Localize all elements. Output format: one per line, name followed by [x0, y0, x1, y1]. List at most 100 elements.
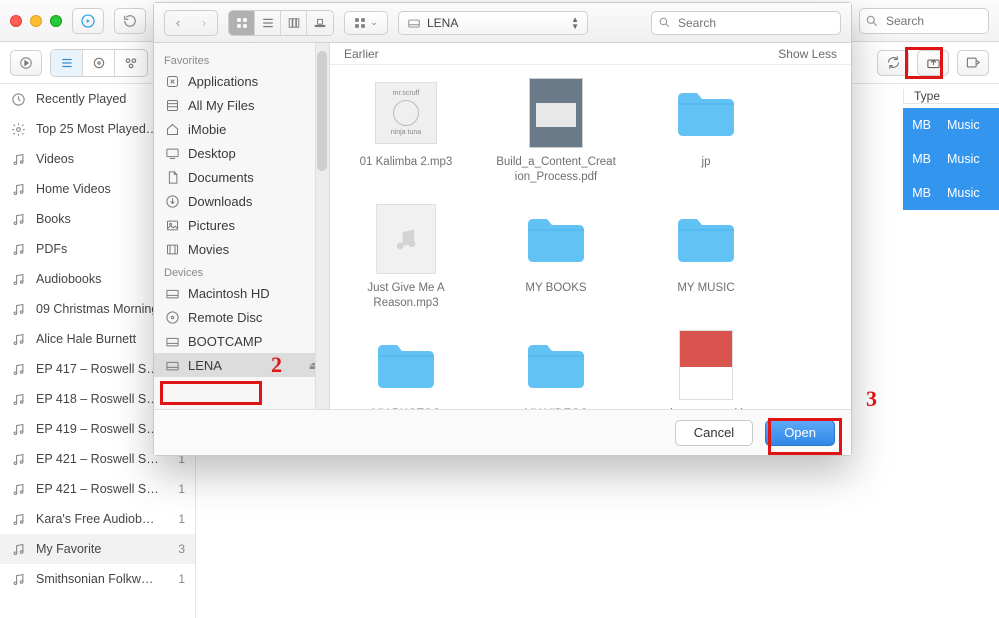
- column-type[interactable]: Type: [903, 89, 999, 104]
- note-icon: [10, 511, 26, 527]
- desktop-icon: [164, 145, 180, 161]
- table-row[interactable]: MBMusic: [903, 142, 999, 176]
- dialog-toolbar: ‹ › ⌄ LENA ▲▼: [154, 3, 851, 43]
- file-item[interactable]: MY MUSIC: [646, 203, 766, 311]
- coverflow-view-icon[interactable]: [307, 11, 333, 35]
- sidebar-item[interactable]: BOOTCAMP: [154, 329, 329, 353]
- playlist-label: EP 421 – Roswell S…: [36, 452, 168, 466]
- playlist-item[interactable]: EP 421 – Roswell S…1: [0, 474, 195, 504]
- sidebar-item-label: Desktop: [188, 146, 236, 161]
- sidebar-item-label: All My Files: [188, 98, 254, 113]
- file-item[interactable]: Build_a_Content_Creation_Process.pdf: [496, 77, 616, 185]
- playlist-item[interactable]: Kara's Free Audiob…1: [0, 504, 195, 534]
- sidebar-item-label: Downloads: [188, 194, 252, 209]
- sidebar-item[interactable]: All My Files: [154, 93, 329, 117]
- cell-size: MB: [903, 118, 937, 132]
- icon-view-icon[interactable]: [229, 11, 255, 35]
- view-segment: [50, 49, 148, 77]
- gear-icon: [10, 121, 26, 137]
- annotation-number-2: 2: [271, 352, 282, 378]
- sidebar-item[interactable]: Macintosh HD: [154, 281, 329, 305]
- table-row[interactable]: MBMusic: [903, 108, 999, 142]
- sidebar-item[interactable]: Movies: [154, 237, 329, 261]
- file-item[interactable]: MY BOOKS: [496, 203, 616, 311]
- hdd-icon: [164, 357, 180, 373]
- list-view-icon[interactable]: [51, 50, 83, 76]
- forward-icon[interactable]: ›: [191, 11, 217, 35]
- dialog-search-input[interactable]: [651, 11, 841, 35]
- disc-icon: [164, 309, 180, 325]
- file-thumbnail-icon: [670, 77, 742, 149]
- file-thumbnail-icon: [670, 329, 742, 401]
- sidebar-item[interactable]: Documents: [154, 165, 329, 189]
- file-label: Just Give Me A Reason.mp3: [346, 281, 466, 311]
- movie-icon: [164, 241, 180, 257]
- hdd-icon: [164, 333, 180, 349]
- app-icon: [164, 73, 180, 89]
- file-label: jp: [702, 155, 711, 170]
- dialog-search-field[interactable]: [651, 11, 841, 35]
- eject-icon[interactable]: ⏏: [309, 359, 319, 372]
- window-controls: [10, 15, 62, 27]
- refresh-icon[interactable]: [114, 8, 146, 34]
- sidebar-item[interactable]: LENA⏏: [154, 353, 329, 377]
- dialog-sidebar[interactable]: Favorites ApplicationsAll My FilesiMobie…: [154, 43, 330, 409]
- note-icon: [10, 151, 26, 167]
- sidebar-item[interactable]: Downloads: [154, 189, 329, 213]
- file-item[interactable]: mr.scruffninja tuna01 Kalimba 2.mp3: [346, 77, 466, 185]
- note-icon: [10, 421, 26, 437]
- picture-icon: [164, 217, 180, 233]
- file-item[interactable]: MY VIDEOS: [496, 329, 616, 409]
- column-view-icon[interactable]: [281, 11, 307, 35]
- sidebar-item-label: BOOTCAMP: [188, 334, 262, 349]
- sidebar-item-label: Remote Disc: [188, 310, 262, 325]
- playlist-count: 3: [178, 542, 185, 556]
- sidebar-item-label: Pictures: [188, 218, 235, 233]
- file-label: MY VIDEOS: [524, 407, 588, 409]
- file-item[interactable]: Just Give Me A Reason.mp3: [346, 203, 466, 311]
- sidebar-item[interactable]: Remote Disc: [154, 305, 329, 329]
- album-view-icon[interactable]: [83, 50, 115, 76]
- clock-icon: [10, 91, 26, 107]
- cell-type: Music: [937, 152, 999, 166]
- file-thumbnail-icon: [670, 203, 742, 275]
- sidebar-item-label: Movies: [188, 242, 229, 257]
- sidebar-item-label: Applications: [188, 74, 258, 89]
- sidebar-item[interactable]: Desktop: [154, 141, 329, 165]
- sidebar-item[interactable]: Pictures: [154, 213, 329, 237]
- sidebar-item[interactable]: Applications: [154, 69, 329, 93]
- note-icon: [10, 541, 26, 557]
- close-window-icon[interactable]: [10, 15, 22, 27]
- table-row[interactable]: MBMusic: [903, 176, 999, 210]
- file-label: MY MUSIC: [677, 281, 734, 296]
- sidebar-group-devices: Devices: [154, 261, 329, 281]
- export-icon[interactable]: [957, 50, 989, 76]
- minimize-window-icon[interactable]: [30, 15, 42, 27]
- back-icon[interactable]: ‹: [165, 11, 191, 35]
- zoom-window-icon[interactable]: [50, 15, 62, 27]
- arrange-menu[interactable]: ⌄: [344, 11, 388, 35]
- file-item[interactable]: MY PHOTOS: [346, 329, 466, 409]
- show-less-link[interactable]: Show Less: [778, 47, 837, 61]
- file-label: MY PHOTOS: [372, 407, 441, 409]
- sidebar-item-label: Macintosh HD: [188, 286, 270, 301]
- playlist-item[interactable]: Smithsonian Folkw…1: [0, 564, 195, 594]
- file-thumbnail-icon: [520, 329, 592, 401]
- sidebar-item[interactable]: iMobie: [154, 117, 329, 141]
- location-dropdown[interactable]: LENA ▲▼: [398, 11, 588, 35]
- list-view-icon[interactable]: [255, 11, 281, 35]
- main-search-field[interactable]: [859, 8, 989, 34]
- playlist-count: 1: [178, 482, 185, 496]
- annotation-box-2: [160, 381, 262, 405]
- file-item[interactable]: my.cb.seocopywriting.pdf: [646, 329, 766, 409]
- play-icon[interactable]: [10, 50, 42, 76]
- file-thumbnail-icon: [520, 77, 592, 149]
- cell-size: MB: [903, 152, 937, 166]
- cancel-button[interactable]: Cancel: [675, 420, 753, 446]
- file-item[interactable]: jp: [646, 77, 766, 185]
- genre-view-icon[interactable]: [115, 50, 147, 76]
- playlist-item[interactable]: My Favorite3: [0, 534, 195, 564]
- music-icon[interactable]: [72, 8, 104, 34]
- dialog-file-area: Earlier Show Less mr.scruffninja tuna01 …: [330, 43, 851, 409]
- playlist-count: 1: [178, 512, 185, 526]
